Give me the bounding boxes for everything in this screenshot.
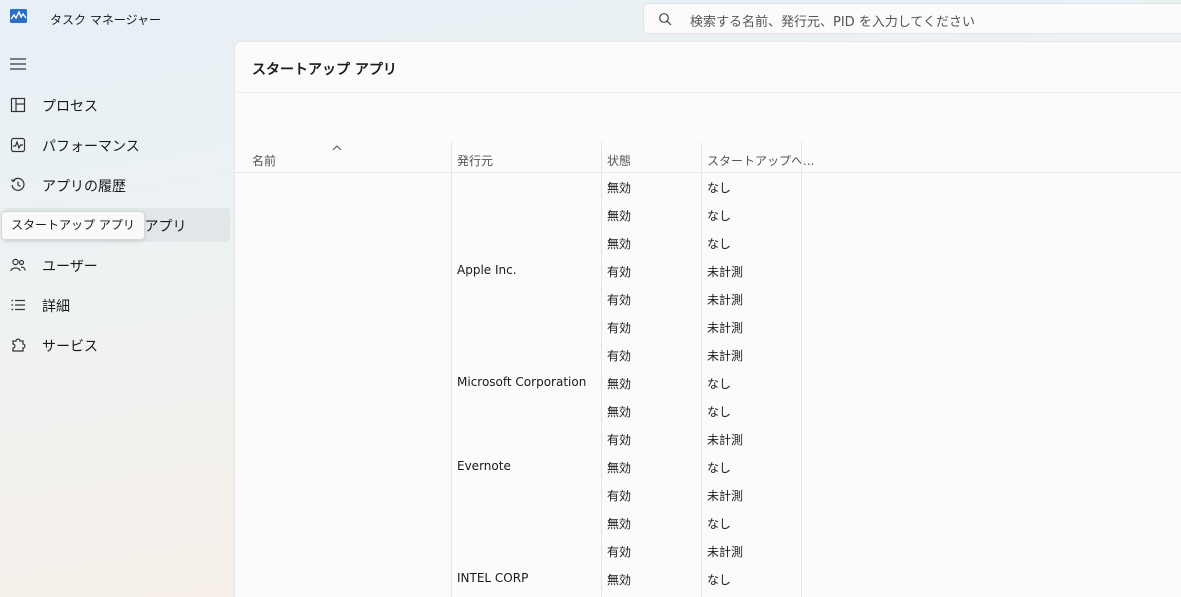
startup-impact-cell: なし	[707, 517, 732, 531]
status-cell: 無効	[607, 461, 632, 475]
sidebar-item-label: パフォーマンス	[42, 139, 140, 155]
status-cell: 無効	[607, 573, 632, 587]
sidebar-item-performance[interactable]: パフォーマンス	[4, 128, 230, 162]
column-header-name[interactable]: 名前	[252, 152, 276, 169]
column-header-publisher[interactable]: 発行元	[457, 152, 493, 169]
startup-impact-cell: なし	[707, 573, 732, 587]
main-panel: スタートアップ アプリ 名前 発行元 状態 スタートアップへ... 無効 なし 無効…	[234, 41, 1181, 597]
search-input[interactable]: 検索する名前、発行元、PID を入力してください	[690, 11, 975, 30]
status-cell: 有効	[607, 293, 632, 307]
sidebar-item-label: 詳細	[42, 299, 70, 315]
table-row[interactable]: 無効 なし	[235, 397, 1181, 425]
sidebar-item-label: プロセス	[42, 99, 98, 115]
startup-impact-cell: なし	[707, 405, 732, 419]
publisher-cell: INTEL CORP	[457, 571, 529, 585]
startup-impact-cell: なし	[707, 377, 732, 391]
table-row[interactable]: 有効 未計測	[235, 341, 1181, 369]
sidebar-tooltip: スタートアップ アプリ	[1, 211, 145, 240]
sort-ascending-icon	[332, 145, 342, 151]
table-row[interactable]: 無効 なし	[235, 229, 1181, 257]
table-row[interactable]: Evernote 無効 なし	[235, 453, 1181, 481]
startup-impact-cell: なし	[707, 461, 732, 475]
table-row[interactable]: 有効 未計測	[235, 481, 1181, 509]
startup-impact-cell: なし	[707, 181, 732, 195]
users-icon	[10, 258, 26, 272]
table-row[interactable]: 有効 未計測	[235, 425, 1181, 453]
startup-impact-cell: 未計測	[707, 293, 744, 307]
publisher-cell: Evernote	[457, 459, 511, 473]
status-cell: 有効	[607, 349, 632, 363]
window-title: タスク マネージャー	[50, 13, 161, 27]
hamburger-menu-icon[interactable]	[10, 57, 26, 71]
status-cell: 有効	[607, 545, 632, 559]
startup-impact-cell: なし	[707, 237, 732, 251]
sidebar-item-label: サービス	[42, 339, 98, 355]
search-box[interactable]: 検索する名前、発行元、PID を入力してください	[643, 3, 1181, 34]
table-row[interactable]: Microsoft Corporation 無効 なし	[235, 369, 1181, 397]
sidebar-item-label: ユーザー	[42, 259, 98, 275]
sidebar-item-app-history[interactable]: アプリの履歴	[4, 168, 230, 202]
page-title: スタートアップ アプリ	[252, 62, 397, 78]
sidebar-item-users[interactable]: ユーザー	[4, 248, 230, 282]
task-manager-logo-icon	[10, 9, 27, 23]
status-cell: 無効	[607, 181, 632, 195]
sidebar-item-details[interactable]: 詳細	[4, 288, 230, 322]
processes-icon	[10, 97, 26, 113]
sidebar-item-label: アプリの履歴	[42, 179, 126, 195]
services-puzzle-icon	[12, 338, 26, 352]
startup-impact-cell: 未計測	[707, 349, 744, 363]
status-cell: 有効	[607, 433, 632, 447]
sidebar-item-services[interactable]: サービス	[4, 328, 230, 362]
column-header-startup-impact[interactable]: スタートアップへ...	[707, 152, 814, 169]
table-row[interactable]: 有効 未計測	[235, 537, 1181, 565]
publisher-cell: Microsoft Corporation	[457, 375, 587, 389]
publisher-cell: Apple Inc.	[457, 263, 517, 277]
table-row[interactable]: 無効 なし	[235, 201, 1181, 229]
startup-impact-cell: 未計測	[707, 433, 744, 447]
status-cell: 有効	[607, 321, 632, 335]
startup-apps-table: 無効 なし 無効 なし 無効 なし Apple Inc. 有効 未計測 有効 未計測 有効 未計測 有効未…	[235, 173, 1181, 593]
status-cell: 無効	[607, 237, 632, 251]
table-row[interactable]: 無効 なし	[235, 173, 1181, 201]
status-cell: 有効	[607, 489, 632, 503]
startup-impact-cell: 未計測	[707, 321, 744, 335]
startup-impact-cell: なし	[707, 209, 732, 223]
details-list-icon	[11, 299, 25, 311]
title-bar: タスク マネージャー 検索する名前、発行元、PID を入力してください	[0, 0, 1181, 40]
column-header-status[interactable]: 状態	[607, 152, 631, 169]
history-icon	[11, 177, 25, 191]
performance-icon	[10, 137, 26, 153]
divider	[235, 92, 1181, 93]
status-cell: 無効	[607, 517, 632, 531]
search-icon	[659, 13, 672, 26]
table-row[interactable]: Apple Inc. 有効 未計測	[235, 257, 1181, 285]
sidebar: プロセス パフォーマンス アプリの履歴 スタートアップ アプリ ユーザー	[0, 40, 234, 597]
startup-impact-cell: 未計測	[707, 489, 744, 503]
status-cell: 有効	[607, 265, 632, 279]
startup-impact-cell: 未計測	[707, 545, 744, 559]
status-cell: 無効	[607, 405, 632, 419]
sidebar-item-processes[interactable]: プロセス	[4, 88, 230, 122]
startup-impact-cell: 未計測	[707, 265, 744, 279]
table-row[interactable]: 無効 なし	[235, 509, 1181, 537]
status-cell: 無効	[607, 377, 632, 391]
table-row[interactable]: 有効 未計測	[235, 313, 1181, 341]
status-cell: 無効	[607, 209, 632, 223]
table-row[interactable]: INTEL CORP 無効 なし	[235, 565, 1181, 593]
table-row[interactable]: 有効 未計測	[235, 285, 1181, 313]
